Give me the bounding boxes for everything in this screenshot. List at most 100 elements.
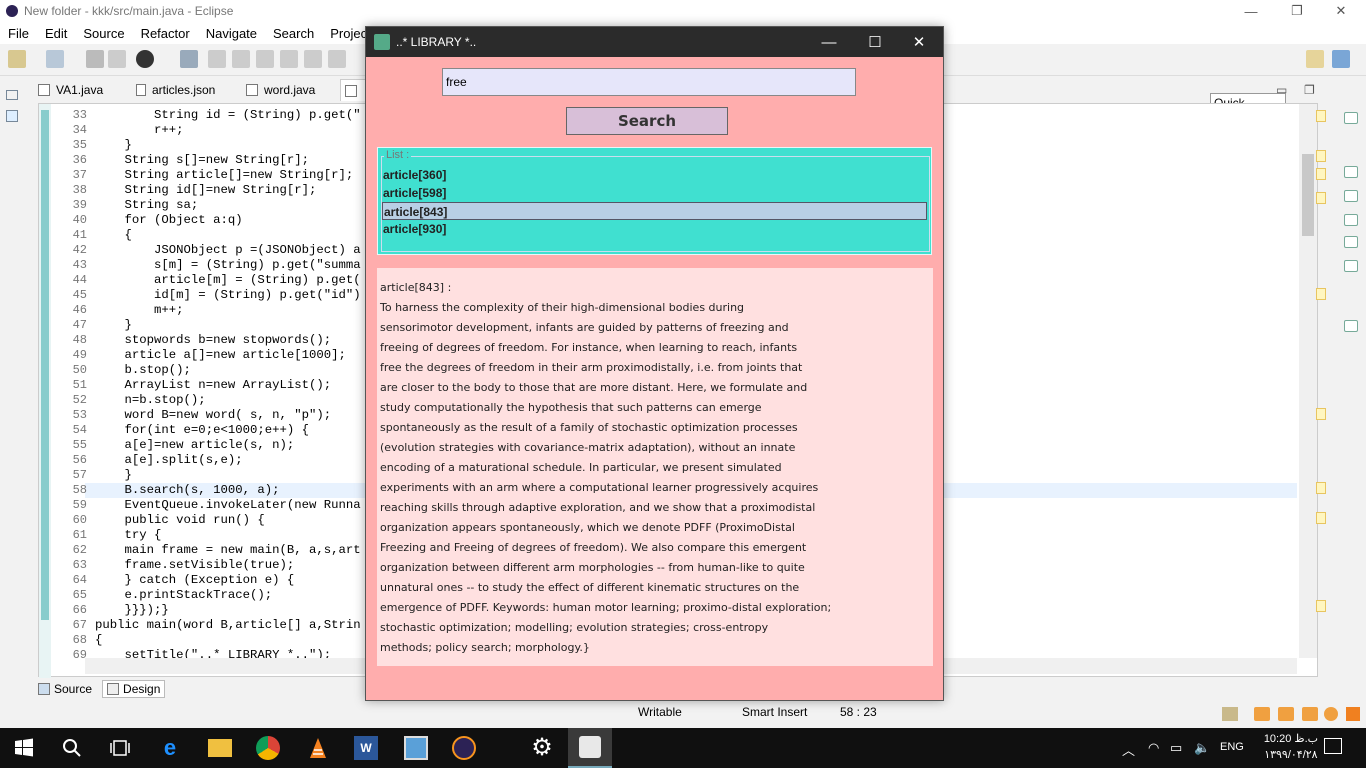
console-icon[interactable] [1344, 214, 1358, 226]
edge-icon[interactable]: e [158, 736, 182, 760]
clock-date: ۱۳۹۹/۰۴/۲۸ [1264, 749, 1318, 761]
gear-icon[interactable] [1344, 236, 1358, 248]
book-icon[interactable] [1254, 707, 1270, 721]
line-number: 35 [72, 138, 87, 152]
design-tab[interactable]: Design [102, 680, 166, 698]
debug-icon[interactable] [136, 50, 154, 68]
search-icon[interactable] [60, 736, 84, 760]
eclipse-titlebar: New folder - kkk/src/main.java - Eclipse… [0, 0, 1366, 22]
step-into-icon[interactable] [304, 50, 322, 68]
dialog-titlebar: ..* LIBRARY *.. — ☐ ✕ [366, 27, 943, 57]
window-icon[interactable] [1344, 320, 1358, 332]
new-icon[interactable] [8, 50, 26, 68]
maximize-editor-icon[interactable]: ❐ [1304, 79, 1315, 101]
line-number: 41 [72, 228, 87, 242]
step-over-icon[interactable] [328, 50, 346, 68]
notifications-icon[interactable] [1324, 738, 1342, 754]
list-item[interactable]: article[930] [382, 220, 927, 238]
chrome-icon[interactable] [256, 736, 280, 760]
settings-gear-icon[interactable]: ⚙ [530, 736, 554, 760]
eclipse-taskbar-icon[interactable] [452, 736, 476, 760]
language-indicator[interactable]: ENG [1220, 741, 1244, 753]
menu-item-refactor[interactable]: Refactor [133, 26, 198, 41]
palette-icon[interactable] [1344, 260, 1358, 272]
resume-icon[interactable] [208, 50, 226, 68]
line-number: 68 [72, 633, 87, 647]
minimize-button[interactable]: — [1228, 0, 1274, 22]
search-button[interactable]: Search [566, 107, 728, 135]
open-perspective-icon[interactable] [1306, 50, 1324, 68]
list-item[interactable]: article[843] [382, 202, 927, 220]
file-explorer-icon[interactable] [208, 739, 232, 757]
help-icon[interactable] [1324, 707, 1338, 721]
tab-va1[interactable]: VA1.java [38, 79, 103, 101]
line-number: 48 [72, 333, 87, 347]
suspend-icon[interactable] [232, 50, 250, 68]
list-item[interactable]: article[360] [382, 166, 927, 184]
disconnect-icon[interactable] [280, 50, 298, 68]
save-all-icon[interactable] [108, 50, 126, 68]
right-trim-toolbar [1336, 76, 1366, 696]
bug-icon[interactable] [1344, 190, 1358, 202]
text-line: (evolution strategies with covariance-ma… [380, 441, 796, 454]
menu-item-navigate[interactable]: Navigate [198, 26, 265, 41]
insert-mode-status: Smart Insert [742, 705, 808, 719]
article-text-area[interactable]: article[843] : To harness the complexity … [377, 268, 933, 666]
menu-item-search[interactable]: Search [265, 26, 322, 41]
source-tab[interactable]: Source [38, 682, 92, 696]
package-explorer-icon[interactable] [6, 110, 18, 122]
pen-icon[interactable] [1302, 707, 1318, 721]
restore-icon[interactable] [6, 90, 18, 100]
save-icon[interactable] [86, 50, 104, 68]
clock[interactable]: 10:20 ب.ظ ۱۳۹۹/۰۴/۲۸ [1264, 731, 1318, 763]
menu-item-file[interactable]: File [0, 26, 37, 41]
menu-item-edit[interactable]: Edit [37, 26, 75, 41]
skip-breakpoints-icon[interactable] [180, 50, 198, 68]
tab-articles-json[interactable]: articles.json [136, 79, 215, 101]
minimize-editor-icon[interactable]: ▭ [1276, 79, 1287, 101]
restore-button[interactable]: ❐ [1274, 0, 1320, 22]
tab-main-java[interactable] [340, 79, 368, 101]
cursor-position-status: 58 : 23 [840, 705, 877, 719]
progress-icon[interactable] [1222, 707, 1238, 721]
list-item[interactable]: article[598] [382, 184, 927, 202]
line-number: 46 [72, 303, 87, 317]
windows-start-icon[interactable] [12, 736, 36, 760]
scroll-thumb[interactable] [1302, 154, 1314, 236]
text-line: are closer to the body to those that are… [380, 381, 808, 394]
hierarchy-icon[interactable] [1344, 166, 1358, 178]
battery-icon[interactable]: ▭ [1170, 740, 1182, 756]
java-taskbar-item[interactable] [568, 728, 612, 768]
text-line: organization appears spontaneously, whic… [380, 521, 795, 534]
photos-icon[interactable] [404, 736, 428, 760]
line-number: 34 [72, 123, 87, 137]
tab-word-java[interactable]: word.java [246, 79, 315, 101]
chevron-up-icon[interactable]: ︿ [1122, 740, 1135, 759]
line-number: 66 [72, 603, 87, 617]
vlc-icon[interactable] [306, 736, 330, 760]
editor-gutter [39, 104, 51, 678]
word-icon[interactable]: W [354, 736, 378, 760]
rss-icon[interactable] [1346, 707, 1360, 721]
search-input[interactable]: free [442, 68, 856, 96]
task-view-icon[interactable] [108, 736, 132, 760]
dialog-close-button[interactable]: ✕ [896, 27, 942, 57]
volume-icon[interactable]: 🔈 [1194, 740, 1210, 756]
graduation-icon[interactable] [1278, 707, 1294, 721]
left-trim-toolbar [6, 90, 18, 122]
outline-icon[interactable] [1344, 112, 1358, 124]
wifi-icon[interactable]: ◠ [1148, 740, 1159, 756]
dialog-maximize-button[interactable]: ☐ [852, 27, 898, 57]
terminate-icon[interactable] [256, 50, 274, 68]
text-file-icon [136, 84, 146, 96]
menu-item-source[interactable]: Source [75, 26, 132, 41]
java-perspective-icon[interactable] [1332, 50, 1350, 68]
design-icon [107, 683, 120, 695]
text-line: emergence of PDFF. Keywords: human motor… [380, 601, 832, 614]
vertical-scrollbar[interactable] [1299, 104, 1317, 658]
close-button[interactable]: ✕ [1318, 0, 1364, 22]
new-package-icon[interactable] [46, 50, 64, 68]
dialog-minimize-button[interactable]: — [806, 27, 852, 57]
line-number: 37 [72, 168, 87, 182]
java-file-icon [246, 84, 258, 96]
